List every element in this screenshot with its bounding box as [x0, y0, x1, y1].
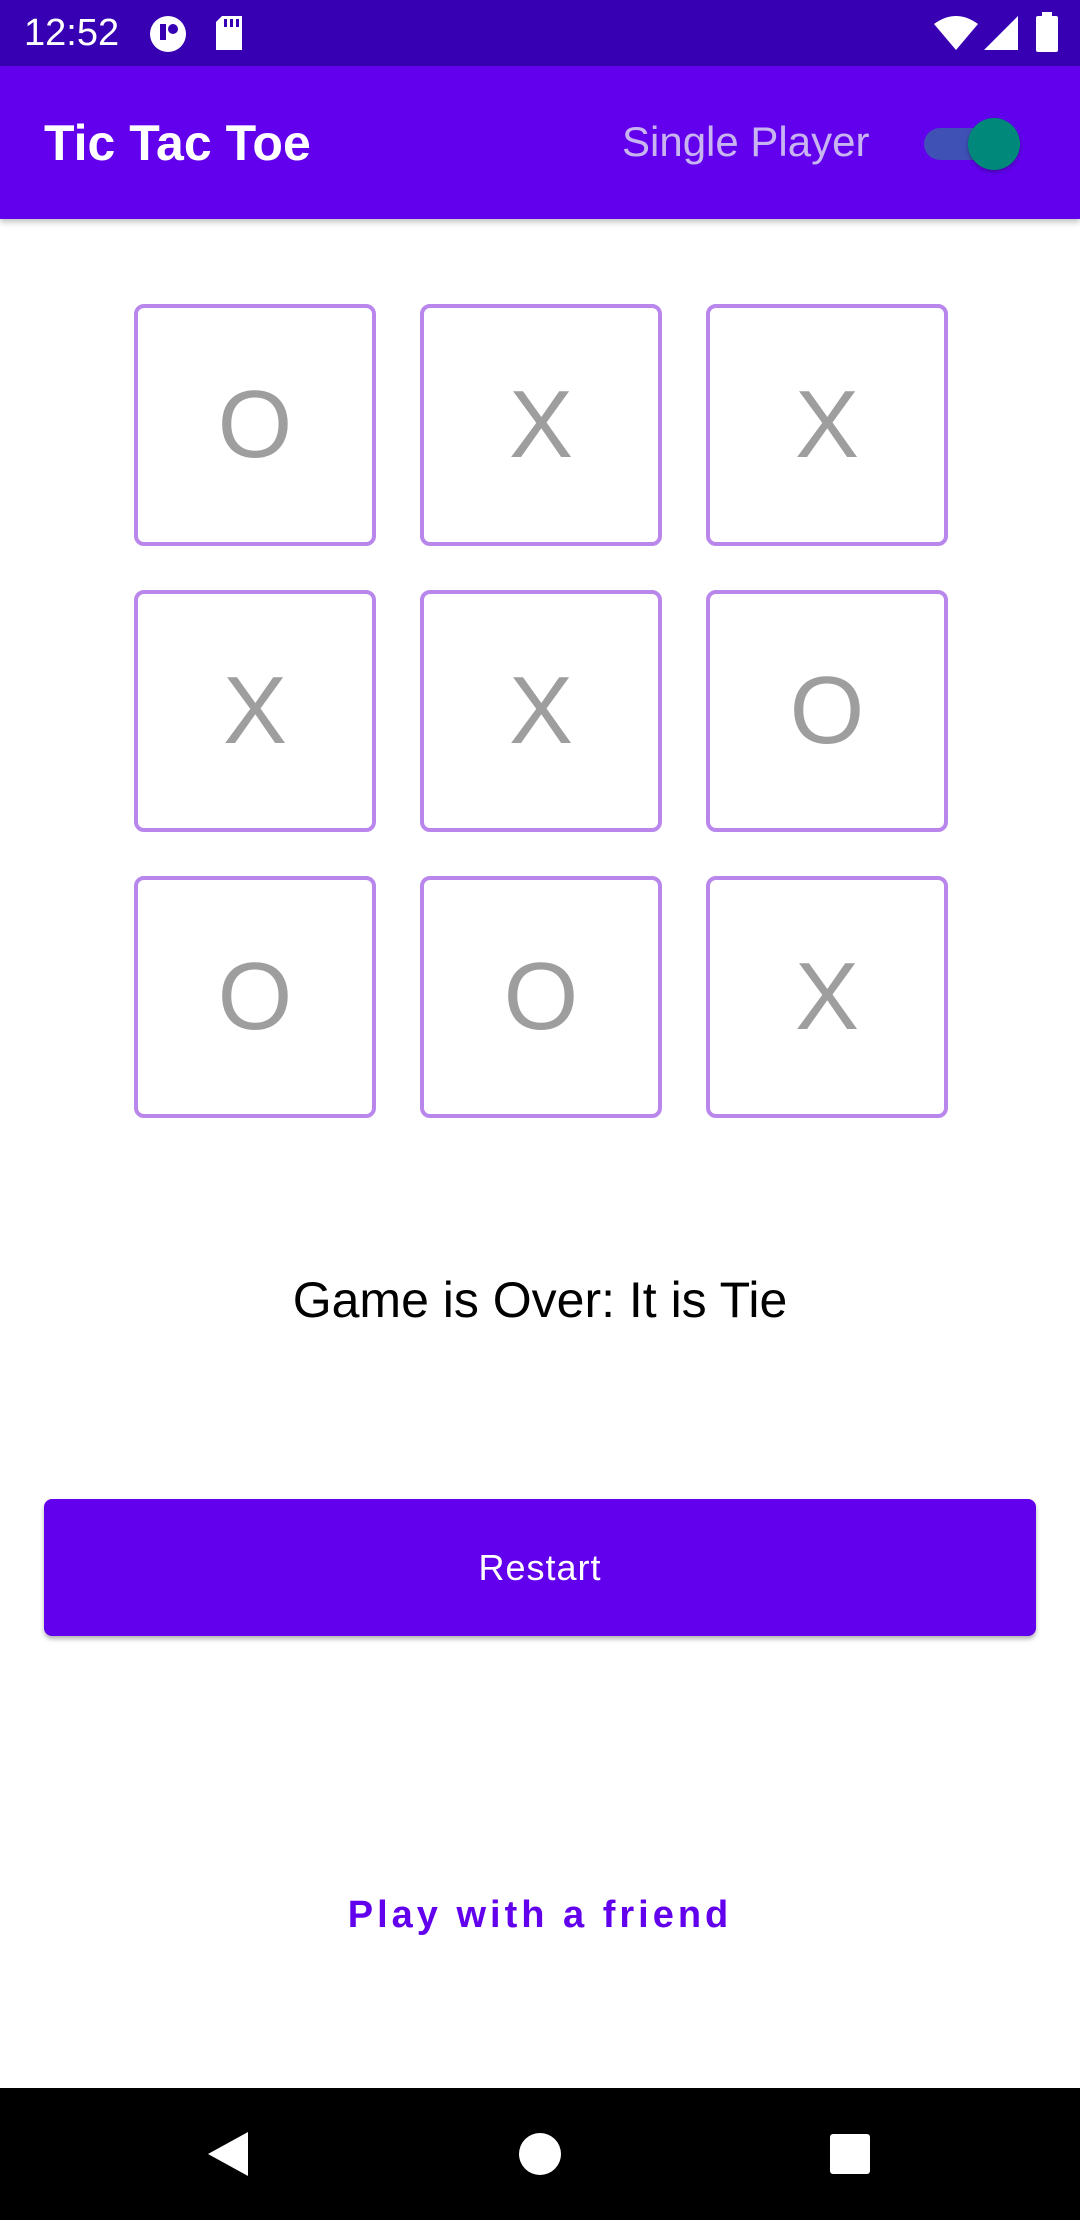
board-cell-3-2[interactable]: O — [420, 876, 662, 1118]
game-board: O X X X X O O O X — [0, 0, 1080, 1120]
board-cell-3-3[interactable]: X — [706, 876, 948, 1118]
play-with-friend-button[interactable]: Play with a friend — [290, 1880, 790, 1950]
back-icon[interactable] — [200, 2124, 260, 2184]
board-cell-1-1[interactable]: O — [134, 304, 376, 546]
restart-button[interactable]: Restart — [44, 1499, 1036, 1636]
board-cell-1-2[interactable]: X — [420, 304, 662, 546]
board-cell-2-2[interactable]: X — [420, 590, 662, 832]
home-icon[interactable] — [510, 2124, 570, 2184]
recents-icon[interactable] — [820, 2124, 880, 2184]
board-cell-3-1[interactable]: O — [134, 876, 376, 1118]
screen: 12:52 Tic Tac Toe Single Player O X X X … — [0, 0, 1080, 2220]
board-cell-2-1[interactable]: X — [134, 590, 376, 832]
board-cell-2-3[interactable]: O — [706, 590, 948, 832]
board-cell-1-3[interactable]: X — [706, 304, 948, 546]
game-result-text: Game is Over: It is Tie — [292, 1272, 788, 1328]
navigation-bar — [0, 2088, 1080, 2220]
